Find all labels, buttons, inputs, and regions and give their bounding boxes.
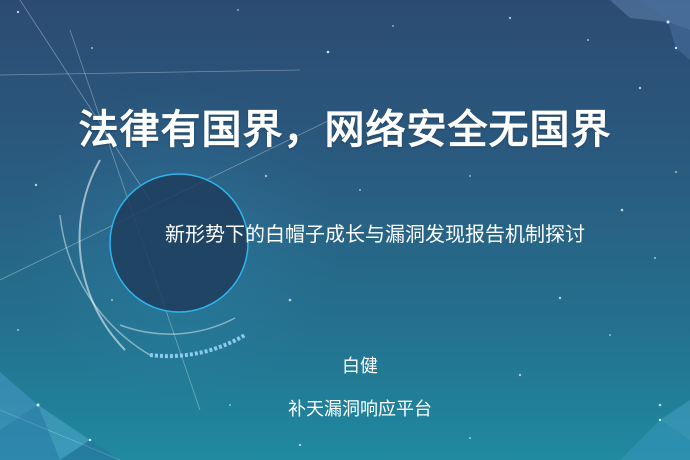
author-name: 白健 [342,356,378,377]
polygon-cluster-top-right [610,0,690,60]
slide: 法律有国界，网络安全无国界 新形势下的白帽子成长与漏洞发现报告机制探讨 白健 补… [0,0,690,460]
slide-title: 法律有国界，网络安全无国界 [78,107,612,153]
organization-name: 补天漏洞响应平台 [288,399,432,420]
slide-subtitle: 新形势下的白帽子成长与漏洞发现报告机制探讨 [165,222,585,246]
